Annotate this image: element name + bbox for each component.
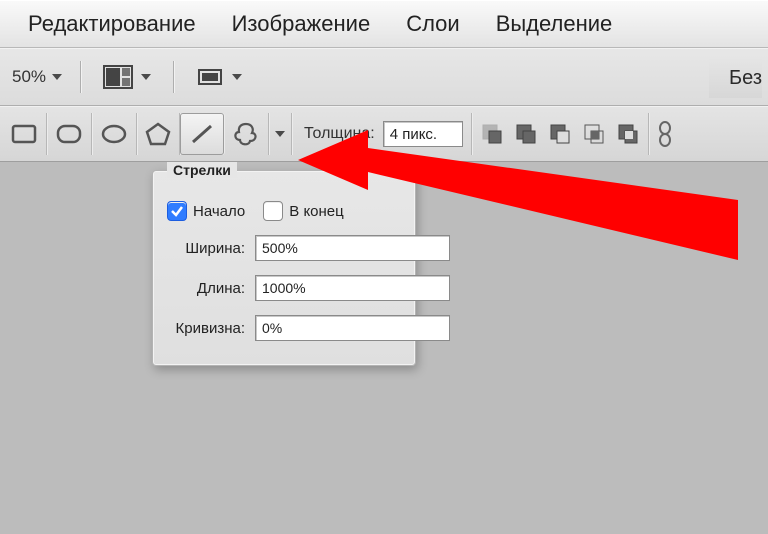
shape-polygon[interactable] bbox=[137, 113, 180, 155]
chevron-down-icon bbox=[232, 74, 242, 80]
pathop-add[interactable] bbox=[512, 120, 540, 148]
end-checkbox[interactable]: В конец bbox=[263, 201, 343, 221]
screen-mode-button[interactable] bbox=[192, 61, 246, 93]
zoom-value: 50% bbox=[12, 67, 46, 87]
menu-layers[interactable]: Слои bbox=[406, 11, 460, 37]
shape-rounded-rectangle[interactable] bbox=[47, 113, 92, 155]
width-label: Ширина: bbox=[167, 240, 245, 257]
menubar: Редактирование Изображение Слои Выделени… bbox=[0, 0, 768, 48]
shape-options-dropdown[interactable] bbox=[269, 113, 292, 155]
document-title: Без bbox=[729, 67, 762, 90]
length-input[interactable] bbox=[255, 275, 450, 301]
separator bbox=[80, 61, 81, 93]
chevron-down-icon bbox=[52, 74, 62, 80]
options-bar-upper: 50% bbox=[0, 48, 768, 106]
thickness-label: Толщина: bbox=[304, 125, 375, 143]
length-label: Длина: bbox=[167, 280, 245, 297]
menu-edit[interactable]: Редактирование bbox=[28, 11, 196, 37]
separator bbox=[173, 61, 174, 93]
menu-image[interactable]: Изображение bbox=[232, 11, 371, 37]
path-operations bbox=[472, 113, 649, 155]
chevron-down-icon bbox=[275, 131, 285, 137]
zoom-dropdown[interactable]: 50% bbox=[12, 67, 62, 87]
start-checkbox[interactable]: Начало bbox=[167, 201, 245, 221]
checkbox-icon bbox=[263, 201, 283, 221]
arrows-panel: Стрелки Начало В конец Ширина: Длина: Кр… bbox=[152, 170, 416, 366]
pathop-subtract[interactable] bbox=[546, 120, 574, 148]
curve-input[interactable] bbox=[255, 315, 450, 341]
chevron-down-icon bbox=[141, 74, 151, 80]
pathop-new[interactable] bbox=[478, 120, 506, 148]
window-grid-icon bbox=[103, 65, 133, 89]
end-label: В конец bbox=[289, 203, 343, 220]
shape-custom[interactable] bbox=[224, 113, 269, 155]
menu-selection[interactable]: Выделение bbox=[496, 11, 613, 37]
screen-mode-icon bbox=[196, 65, 224, 89]
link-icon[interactable] bbox=[649, 113, 681, 155]
checkbox-icon bbox=[167, 201, 187, 221]
window-arrangement-button[interactable] bbox=[99, 61, 155, 93]
shape-ellipse[interactable] bbox=[92, 113, 137, 155]
thickness-control: Толщина: bbox=[292, 113, 472, 155]
panel-title: Стрелки bbox=[167, 162, 237, 178]
curve-label: Кривизна: bbox=[167, 320, 245, 337]
document-tab[interactable]: Без bbox=[709, 58, 762, 98]
start-label: Начало bbox=[193, 203, 245, 220]
pathop-exclude[interactable] bbox=[614, 120, 642, 148]
thickness-input[interactable] bbox=[383, 121, 463, 147]
shape-toolbar: Толщина: bbox=[0, 106, 768, 162]
shape-line[interactable] bbox=[180, 113, 224, 155]
pathop-intersect[interactable] bbox=[580, 120, 608, 148]
width-input[interactable] bbox=[255, 235, 450, 261]
shape-rectangle[interactable] bbox=[2, 113, 47, 155]
